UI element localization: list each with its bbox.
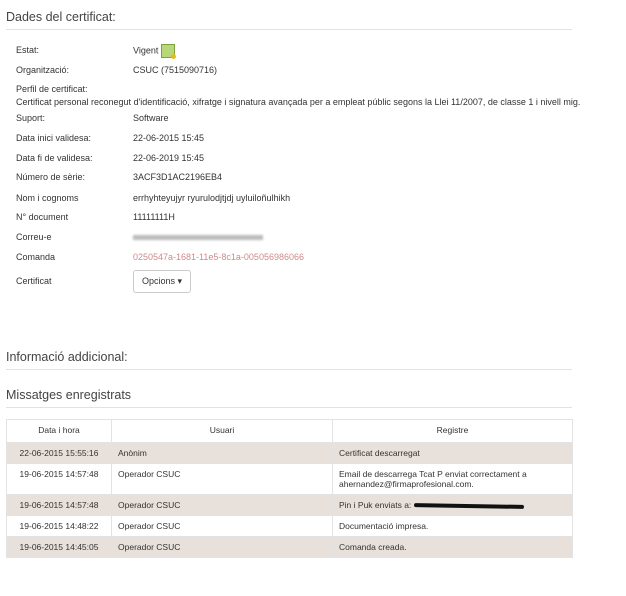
valid-from-label: Data inici validesa: xyxy=(16,133,92,143)
profile-label: Perfil de certificat: xyxy=(16,84,88,94)
profile-value: Certificat personal reconegut d'identifi… xyxy=(16,97,581,107)
document-value: 11111111H xyxy=(133,212,175,222)
email-label: Correu-e xyxy=(16,232,52,242)
status-label: Estat: xyxy=(16,45,40,55)
cell-log: Pin i Puk enviats a: xyxy=(332,494,573,516)
header-date: Data i hora xyxy=(6,419,112,443)
cell-date: 19-06-2015 14:45:05 xyxy=(6,536,112,558)
name-label: Nom i cognoms xyxy=(16,193,79,203)
organization-label: Organització: xyxy=(16,65,70,75)
valid-from-value: 22-06-2015 15:45 xyxy=(133,133,205,143)
cell-user: Operador CSUC xyxy=(111,536,333,558)
table-row: 22-06-2015 15:55:16 Anònim Certificat de… xyxy=(6,442,573,464)
serial-value: 3ACF3D1AC2196EB4 xyxy=(133,172,223,182)
cell-log: Certificat descarregat xyxy=(332,442,573,464)
order-link[interactable]: 0250547a-1681-11e5-8c1a-005056986066 xyxy=(133,252,304,262)
cell-date: 19-06-2015 14:57:48 xyxy=(6,463,112,495)
order-label: Comanda xyxy=(16,252,56,262)
log-text: Pin i Puk enviats a: xyxy=(339,500,412,510)
email-value-redacted xyxy=(133,232,263,242)
cell-user: Anònim xyxy=(111,442,333,464)
support-label: Suport: xyxy=(16,113,46,123)
certificate-icon xyxy=(161,44,177,59)
certificate-label: Certificat xyxy=(16,276,52,286)
header-user: Usuari xyxy=(111,419,333,443)
table-row: 19-06-2015 14:45:05 Operador CSUC Comand… xyxy=(6,536,573,558)
valid-to-label: Data fi de validesa: xyxy=(16,153,93,163)
table-row: 19-06-2015 14:57:48 Operador CSUC Email … xyxy=(6,463,573,495)
document-label: N° document xyxy=(16,212,69,222)
status-text: Vigent xyxy=(133,45,159,56)
section-title-additional: Informació addicional: xyxy=(6,350,572,370)
valid-to-value: 22-06-2019 15:45 xyxy=(133,153,205,163)
organization-value: CSUC (7515090716) xyxy=(133,65,218,75)
cell-user: Operador CSUC xyxy=(111,494,333,516)
cell-user: Operador CSUC xyxy=(111,515,333,537)
redaction-scribble xyxy=(413,502,524,509)
options-dropdown-button[interactable]: Opcions ▾ xyxy=(133,270,191,293)
cell-log: Email de descarrega Tcat P enviat correc… xyxy=(332,463,573,495)
status-value: Vigent xyxy=(133,44,177,59)
serial-label: Número de sèrie: xyxy=(16,172,86,182)
cell-log: Comanda creada. xyxy=(332,536,573,558)
cell-date: 19-06-2015 14:48:22 xyxy=(6,515,112,537)
name-value: errhyhteyujyr ryurulodjtjdj uyluiloñulhi… xyxy=(133,193,291,203)
messages-table: Data i hora Usuari Registre 22-06-2015 1… xyxy=(6,419,573,558)
table-row: 19-06-2015 14:48:22 Operador CSUC Docume… xyxy=(6,515,573,537)
cell-date: 22-06-2015 15:55:16 xyxy=(6,442,112,464)
cell-user: Operador CSUC xyxy=(111,463,333,495)
table-row: 19-06-2015 14:57:48 Operador CSUC Pin i … xyxy=(6,494,573,516)
support-value: Software xyxy=(133,113,169,123)
cell-log: Documentació impresa. xyxy=(332,515,573,537)
header-log: Registre xyxy=(332,419,573,443)
cell-date: 19-06-2015 14:57:48 xyxy=(6,494,112,516)
table-header: Data i hora Usuari Registre xyxy=(6,419,573,443)
section-title-details: Dades del certificat: xyxy=(6,10,572,30)
section-title-messages: Missatges enregistrats xyxy=(6,388,572,408)
